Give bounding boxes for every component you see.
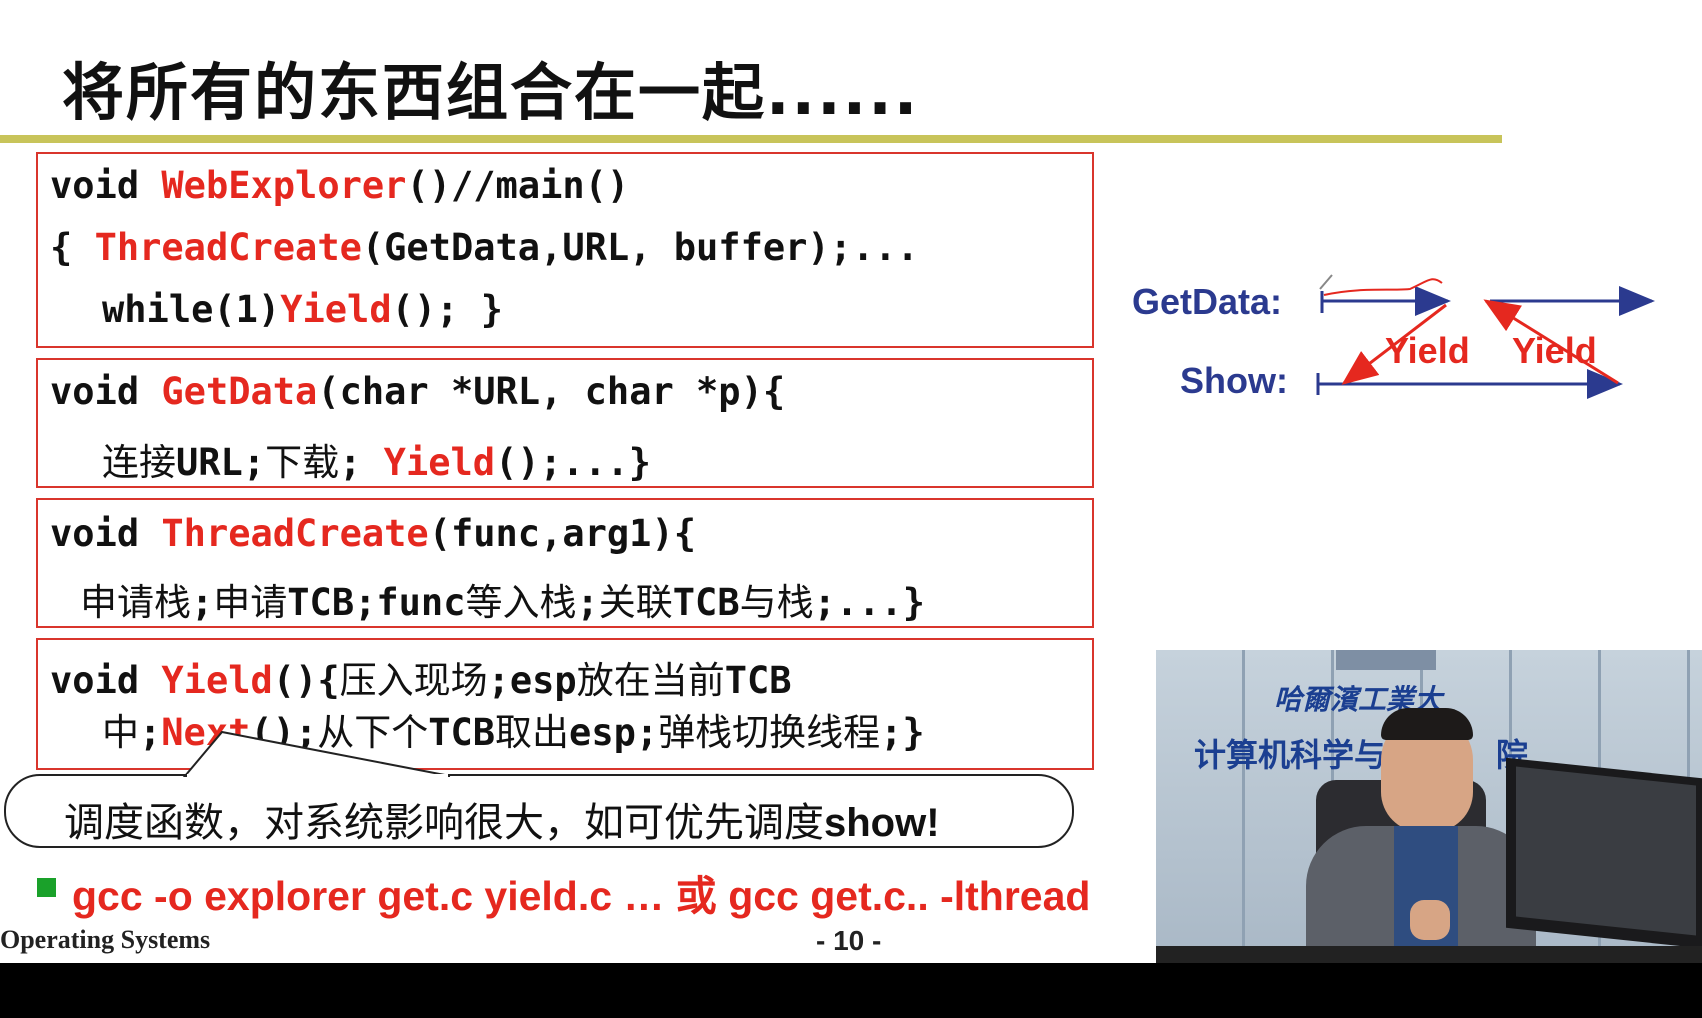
lecturer-hand: [1410, 900, 1450, 940]
page-number: - 10 -: [816, 925, 882, 956]
footer-course: Operating Systems: [0, 925, 211, 954]
bullet-square: [37, 878, 56, 897]
lecturer-hair: [1381, 708, 1473, 740]
desk: [1156, 946, 1702, 963]
lecturer-shirt: [1394, 826, 1458, 963]
lecturer-video: 哈爾濱工業大 计算机科学与技 院: [1156, 650, 1702, 963]
slide: 将所有的东西组合在一起...... void WebExplorer()//ma…: [0, 0, 1702, 963]
thread-switch-diagram: [1316, 274, 1655, 399]
monitor-back: [1516, 766, 1696, 936]
university-emblem: [1336, 650, 1436, 670]
callout-text: 调度函数，对系统影响很大，如可优先调度show!: [64, 800, 940, 846]
gcc-command: gcc -o explorer get.c yield.c … 或 gcc ge…: [72, 873, 1091, 919]
show-label: Show:: [1180, 360, 1288, 401]
getdata-label: GetData:: [1132, 281, 1283, 322]
video-letterbox: [0, 963, 1702, 1018]
